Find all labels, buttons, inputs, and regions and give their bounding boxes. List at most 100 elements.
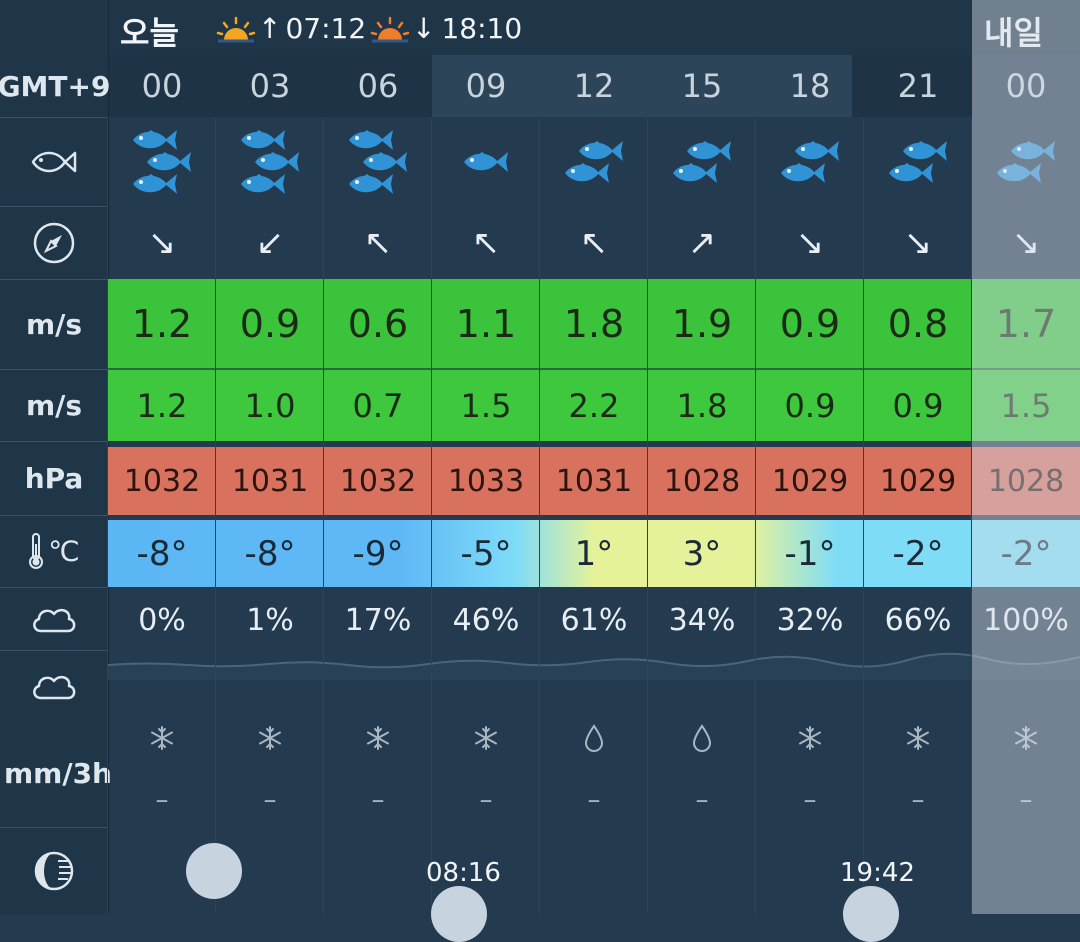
precip-value: – [911, 785, 925, 815]
wind-speed-value: 0.8 [887, 302, 949, 346]
moon-phase-label [0, 827, 108, 914]
fish-activity-label [0, 117, 108, 206]
precip-type [540, 718, 648, 758]
hour-label: 12 [573, 67, 615, 105]
forecast-column[interactable]: 18 ↘ 0.9 0.9 1029 -1° 32% – [756, 0, 864, 914]
fish-activity [432, 117, 540, 206]
cloud-cover-value: 66% [884, 602, 952, 638]
fish-icon [241, 173, 285, 194]
wind-direction-arrow-icon: ↙ [255, 222, 285, 263]
fish-activity [324, 117, 432, 206]
cloud-cover-value: 100% [983, 602, 1069, 638]
moonrise-time: 08:16 [426, 858, 501, 888]
wind-speed-value: 0.9 [239, 302, 301, 346]
fish-activity [108, 117, 216, 206]
gust-speed-value: 1.5 [460, 386, 512, 425]
fish-icon [781, 162, 825, 183]
snow-icon [799, 726, 821, 750]
fish-icon [464, 151, 508, 172]
cloud-cover-value: 46% [452, 602, 520, 638]
fish-activity [648, 117, 756, 206]
forecast-column[interactable]: 03 ↙ 0.9 1.0 1031 -8° 1% – [216, 0, 324, 914]
temperature-value: -8° [244, 533, 296, 574]
precip-type [324, 718, 432, 758]
wind-direction-arrow-icon: ↘ [1011, 222, 1041, 263]
forecast-column[interactable]: 09 ↖ 1.1 1.5 1033 -5° 46% – [432, 0, 540, 914]
cloud-cover-value: 0% [138, 602, 186, 638]
pressure-value: 1032 [339, 463, 417, 499]
compass-icon [33, 222, 75, 263]
timezone-label: GMT+9 [0, 69, 111, 103]
precip-type [756, 718, 864, 758]
cloud-cover-value: 34% [668, 602, 736, 638]
hour-label: 09 [465, 67, 507, 105]
pressure-unit: hPa [24, 461, 84, 495]
pressure-value: 1028 [987, 463, 1065, 499]
snow-icon [259, 726, 281, 750]
gust-speed-unit: m/s [25, 388, 83, 422]
wind-direction-arrow-icon: ↗ [687, 222, 717, 263]
pressure-value: 1032 [123, 463, 201, 499]
moon-phase-icon [186, 843, 242, 899]
forecast-column[interactable]: 21 ↘ 0.8 0.9 1029 -2° 66% – [864, 0, 972, 914]
wind-speed-value: 1.2 [131, 302, 193, 346]
gust-speed-value: 1.5 [1000, 386, 1052, 425]
wind-direction-arrow-icon: ↖ [471, 222, 501, 263]
fish-activity [972, 117, 1080, 206]
wind-direction-arrow-icon: ↖ [579, 222, 609, 263]
moon-phase-icon [34, 851, 74, 890]
temperature-value: -2° [1000, 533, 1052, 574]
fish-activity [540, 117, 648, 206]
wind-direction-arrow-icon: ↖ [363, 222, 393, 263]
gust-speed-value: 1.0 [244, 386, 296, 425]
fish-icon [889, 162, 933, 183]
precip-type [648, 718, 756, 758]
hour-label: 06 [357, 67, 399, 105]
fish-icon [997, 162, 1041, 183]
label-divider [0, 650, 108, 651]
gust-speed-value: 0.9 [784, 386, 836, 425]
cloud-icon [33, 608, 76, 632]
wind-speed-value: 1.7 [995, 302, 1057, 346]
precip-type [864, 718, 972, 758]
pressure-value: 1033 [447, 463, 525, 499]
gust-speed-value: 2.2 [568, 386, 620, 425]
precip-cloud-label [0, 660, 108, 712]
wind-direction-arrow-icon: ↘ [903, 222, 933, 263]
moonset-icon [843, 886, 899, 942]
cloud-cover-value: 1% [246, 602, 294, 638]
gust-speed-value: 1.2 [136, 386, 188, 425]
temperature-value: -1° [784, 533, 836, 574]
wind-direction-arrow-icon: ↘ [147, 222, 177, 263]
temperature-label: ℃ [0, 515, 108, 587]
gust-speed-value: 0.9 [892, 386, 944, 425]
precip-value: – [155, 785, 169, 815]
pressure-value: 1028 [663, 463, 741, 499]
temperature-value: -9° [352, 533, 404, 574]
snow-icon [907, 726, 929, 750]
wind-direction-label [0, 206, 108, 279]
snow-icon [1015, 726, 1037, 750]
snow-icon [367, 726, 389, 750]
precip-value: – [371, 785, 385, 815]
pressure-value: 1031 [555, 463, 633, 499]
cloud-cover-value: 32% [776, 602, 844, 638]
fish-activity [756, 117, 864, 206]
forecast-column[interactable]: 12 ↖ 1.8 2.2 1031 1° 61% – [540, 0, 648, 914]
temperature-unit: ℃ [48, 534, 80, 568]
forecast-column[interactable]: 15 ↗ 1.9 1.8 1028 3° 34% – [648, 0, 756, 914]
forecast-column[interactable]: 06 ↖ 0.6 0.7 1032 -9° 17% – [324, 0, 432, 914]
fish-icon [349, 173, 393, 194]
temperature-value: -2° [892, 533, 944, 574]
temperature-value: -8° [136, 533, 188, 574]
hour-label: 18 [789, 67, 831, 105]
pressure-value: 1029 [771, 463, 849, 499]
precip-type [972, 718, 1080, 758]
wind-speed-unit: m/s [25, 307, 83, 341]
forecast-column[interactable]: 00 ↘ 1.2 1.2 1032 -8° 0% – [108, 0, 216, 914]
wind-speed-value: 0.9 [779, 302, 841, 346]
pressure-value: 1029 [879, 463, 957, 499]
forecast-column[interactable]: 00 ↘ 1.7 1.5 1028 -2° 100% – [972, 0, 1080, 914]
precip-value: – [263, 785, 277, 815]
precip-type [432, 718, 540, 758]
